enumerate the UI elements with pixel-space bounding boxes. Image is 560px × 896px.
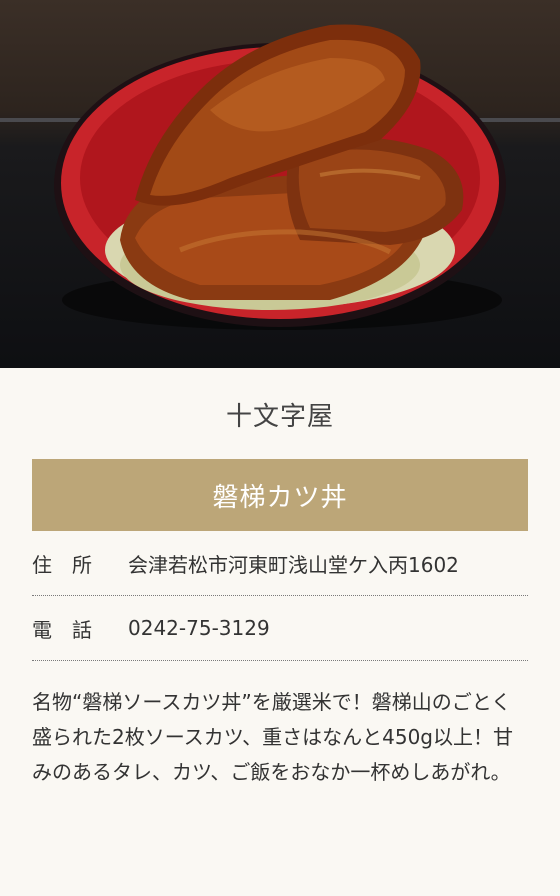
shop-name: 十文字屋 <box>225 402 334 432</box>
dish-name: 磐梯カツ丼 <box>212 482 348 513</box>
address-label: 住 所 <box>32 552 92 577</box>
address-value: 会津若松市河東町浅山堂ケ入丙1602 <box>128 552 459 577</box>
phone-label: 電 話 <box>32 617 92 642</box>
dish-description: 名物“磐梯ソースカツ丼”を厳選米で！磐梯山のごとく盛られた2枚ソースカツ、重さは… <box>32 690 513 784</box>
phone-row: 電 話 0242-75-3129 <box>32 596 528 661</box>
phone-value[interactable]: 0242-75-3129 <box>128 616 270 640</box>
dish-name-banner: 磐梯カツ丼 <box>32 459 528 531</box>
dish-photo <box>0 0 560 368</box>
address-row: 住 所 会津若松市河東町浅山堂ケ入丙1602 <box>32 531 528 596</box>
katsudon-image <box>0 24 560 330</box>
